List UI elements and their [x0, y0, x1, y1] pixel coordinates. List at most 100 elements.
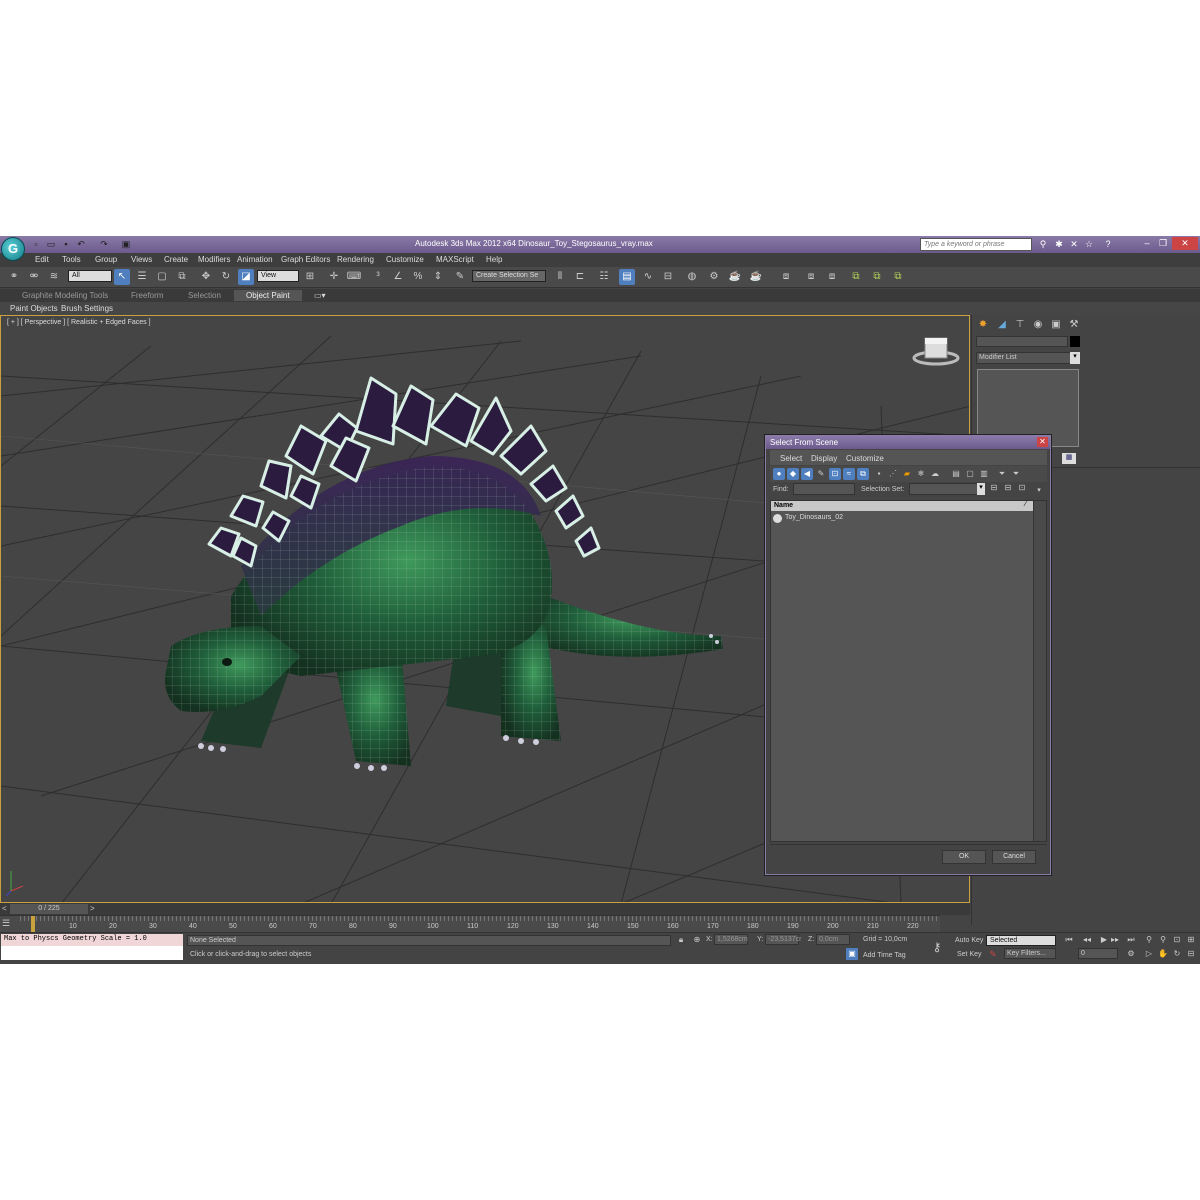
render-setup-icon[interactable]: ⚙ [706, 269, 722, 285]
z-coordinate-field[interactable]: 0,0cm [816, 934, 850, 945]
open-file-icon[interactable]: ▭ [45, 238, 57, 250]
set-key-button[interactable]: Set Key [957, 951, 982, 958]
display-helpers-icon[interactable]: ⊡ [829, 468, 841, 480]
ok-button[interactable]: OK [942, 850, 986, 864]
display-containers-icon[interactable]: ▰ [901, 468, 913, 480]
vray-icon-1[interactable]: ⧈ [778, 269, 794, 285]
menu-modifiers[interactable]: Modifiers [198, 255, 230, 264]
display-cameras-icon[interactable]: ✎ [815, 468, 827, 480]
chevron-down-icon[interactable]: ▾ [977, 483, 985, 495]
menu-rendering[interactable]: Rendering [337, 255, 374, 264]
subscription-icon[interactable]: ✱ [1053, 238, 1065, 250]
go-to-start-icon[interactable]: ⏮ [1062, 933, 1076, 947]
vray-icon-5[interactable]: ⧉ [869, 269, 885, 285]
zoom-extents-icon[interactable]: ⊡ [1170, 933, 1184, 947]
select-children-icon[interactable]: ⊟ [1002, 482, 1014, 494]
close-icon[interactable]: ✕ [1172, 237, 1198, 250]
select-none-icon[interactable]: ▢ [964, 468, 976, 480]
orbit-icon[interactable]: ↻ [1170, 947, 1184, 961]
absolute-mode-icon[interactable]: ⊕ [690, 933, 704, 947]
menu-group[interactable]: Group [95, 255, 117, 264]
time-slider-thumb[interactable]: 0 / 225 [10, 904, 88, 914]
close-icon[interactable]: ✕ [1037, 437, 1048, 447]
display-xrefs-icon[interactable]: ▪ [873, 468, 885, 480]
align-icon[interactable]: ⊏ [572, 269, 588, 285]
dialog-menu-customize[interactable]: Customize [846, 454, 884, 463]
percent-snap-icon[interactable]: % [410, 269, 426, 285]
auto-key-button[interactable]: Auto Key [955, 937, 983, 944]
display-lights-icon[interactable]: ◀ [801, 468, 813, 480]
display-tab-icon[interactable]: ▣ [1048, 317, 1064, 333]
key-mode-dropdown[interactable]: Selected [986, 935, 1056, 946]
maximize-icon[interactable]: ❐ [1156, 237, 1170, 250]
maximize-viewport-icon[interactable]: ⊟ [1184, 947, 1198, 961]
window-crossing-icon[interactable]: ⧉ [174, 269, 190, 285]
help-icon[interactable]: ? [1102, 238, 1114, 250]
display-frozen-icon[interactable]: ❄ [915, 468, 927, 480]
selection-lock-icon[interactable]: 🔒︎ [674, 933, 688, 947]
named-selection-set-dropdown[interactable]: Create Selection Se [472, 270, 546, 282]
select-all-icon[interactable]: ▤ [950, 468, 962, 480]
scale-icon[interactable]: ◪ [238, 269, 254, 285]
time-slider[interactable]: < 0 / 225 > [0, 903, 970, 915]
vray-icon-3[interactable]: ⧈ [824, 269, 840, 285]
next-frame-icon[interactable]: > [90, 904, 95, 913]
bind-space-warp-icon[interactable]: ≋ [46, 269, 62, 285]
dialog-options-icon[interactable]: ▾ [1034, 485, 1044, 497]
object-name-field[interactable] [976, 336, 1068, 347]
rect-selection-icon[interactable]: ▢ [154, 269, 170, 285]
add-time-tag[interactable]: Add Time Tag [863, 952, 906, 959]
menu-customize[interactable]: Customize [386, 255, 424, 264]
graphite-toggle-icon[interactable]: ▤ [619, 269, 635, 285]
redo-icon[interactable]: ↷ [98, 238, 110, 250]
select-manipulate-icon[interactable]: ✛ [326, 269, 342, 285]
vray-icon-6[interactable]: ⧉ [890, 269, 906, 285]
chevron-down-icon[interactable]: ▾ [1070, 352, 1080, 364]
menu-views[interactable]: Views [131, 255, 152, 264]
time-configuration-icon[interactable]: ⚙ [1124, 947, 1138, 961]
object-color-swatch[interactable] [1070, 336, 1080, 347]
select-by-name-icon[interactable]: ☰ [134, 269, 150, 285]
layer-manager-icon[interactable]: ☷ [596, 269, 612, 285]
select-dependents-icon[interactable]: ⊡ [1016, 482, 1028, 494]
y-coordinate-field[interactable]: -23,5137cr [765, 934, 801, 945]
filter-settings-icon[interactable]: ⏷ [1010, 468, 1022, 480]
dialog-title[interactable]: Select From Scene [766, 436, 1050, 449]
modify-tab-icon[interactable]: ◢ [994, 317, 1010, 333]
reference-coord-dropdown[interactable]: View [257, 270, 299, 282]
menu-help[interactable]: Help [486, 255, 502, 264]
zoom-extents-all-icon[interactable]: ⊞ [1184, 933, 1198, 947]
zoom-all-icon[interactable]: ⚲ [1156, 933, 1170, 947]
previous-frame-icon[interactable]: ◂◂ [1080, 933, 1094, 947]
pan-icon[interactable]: ✋ [1156, 947, 1170, 961]
key-filters-button[interactable]: Key Filters... [1004, 948, 1056, 959]
paint-objects-panel[interactable]: Paint Objects [10, 304, 58, 313]
schematic-view-icon[interactable]: ⊟ [660, 269, 676, 285]
spinner-snap-icon[interactable]: ⇕ [430, 269, 446, 285]
snaps-toggle-icon[interactable]: ³ [370, 269, 386, 285]
tab-object-paint[interactable]: Object Paint [234, 290, 302, 301]
tab-freeform[interactable]: Freeform [131, 291, 163, 300]
filter-icon[interactable]: ⏷ [996, 468, 1008, 480]
ribbon-options-icon[interactable]: ▭▾ [314, 291, 326, 300]
rotate-icon[interactable]: ↻ [218, 269, 234, 285]
selection-set-dropdown[interactable] [909, 483, 985, 495]
display-shapes-icon[interactable]: ◆ [787, 468, 799, 480]
tab-selection[interactable]: Selection [188, 291, 221, 300]
find-input[interactable] [793, 483, 855, 495]
tab-graphite-modeling[interactable]: Graphite Modeling Tools [22, 291, 108, 300]
binoculars-icon[interactable]: ⚲ [1037, 238, 1049, 250]
dialog-menu-display[interactable]: Display [811, 454, 837, 463]
zoom-icon[interactable]: ⚲ [1142, 933, 1156, 947]
go-to-end-icon[interactable]: ⏭ [1124, 933, 1138, 947]
save-icon[interactable]: ▪ [60, 238, 72, 250]
vray-icon-4[interactable]: ⧉ [848, 269, 864, 285]
favorites-icon[interactable]: ☆ [1083, 238, 1095, 250]
list-scrollbar[interactable] [1033, 501, 1046, 841]
sort-icon[interactable]: ⁄ [1025, 501, 1033, 511]
display-hidden-icon[interactable]: ☁ [929, 468, 941, 480]
motion-tab-icon[interactable]: ◉ [1030, 317, 1046, 333]
maxscript-listener-output[interactable]: Max to Physcs Geometry Scale = 1.0 [1, 934, 183, 946]
track-bar[interactable]: ☰ 10 20 30 40 50 60 70 80 90 100 110 120… [0, 915, 940, 932]
undo-icon[interactable]: ↶ [75, 238, 87, 250]
